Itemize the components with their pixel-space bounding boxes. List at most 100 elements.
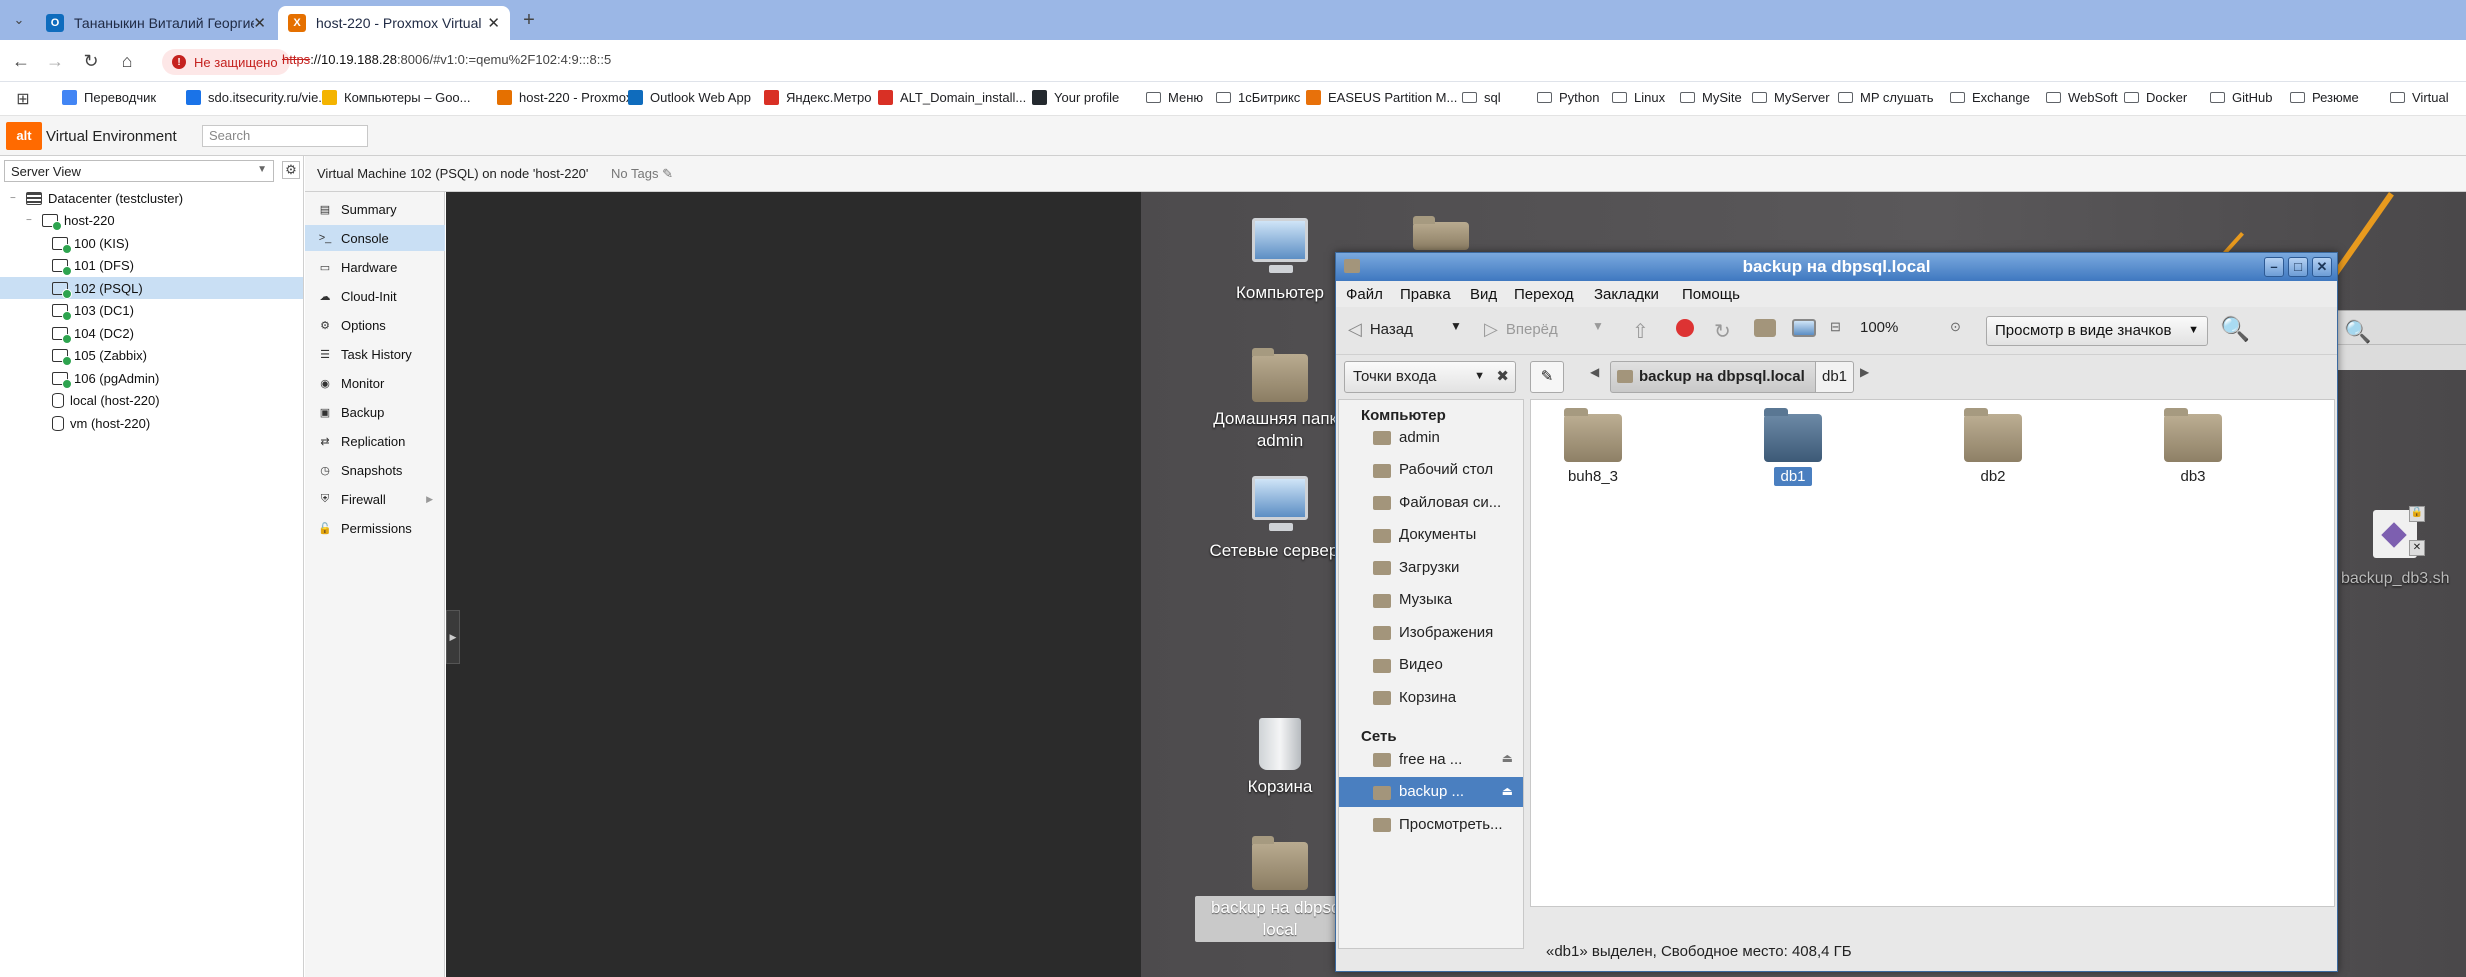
close-icon[interactable]: ✕ (253, 14, 266, 32)
bookmark-16[interactable]: MP слушать (1838, 90, 1934, 105)
new-tab-button[interactable]: + (516, 7, 542, 33)
file-item-db3[interactable]: db3 (2138, 408, 2248, 485)
tab-outlook[interactable]: O Тананыкин Виталий Георгиевич ✕ (36, 6, 276, 40)
sidebar-item-0[interactable]: admin (1339, 422, 1523, 452)
tab-proxmox[interactable]: X host-220 - Proxmox Virtual Environment… (278, 6, 510, 40)
menu-item-hardware[interactable]: ▭ Hardware (305, 254, 445, 280)
places-select[interactable]: Точки входа ▼ ✖ (1344, 361, 1516, 393)
search-icon[interactable]: 🔍 (2220, 315, 2250, 344)
file-item-db1[interactable]: db1 (1738, 408, 1848, 486)
expand-icon[interactable]: − (26, 215, 36, 226)
tree-item-7[interactable]: 105 (Zabbix) (0, 345, 303, 367)
script-file-icon[interactable]: 🔒 ✕ (2373, 506, 2425, 558)
bookmark-3[interactable]: host-220 - Proxmox... (497, 90, 643, 105)
menu-item-snapshots[interactable]: ◷ Snapshots (305, 457, 445, 483)
security-indicator[interactable]: ! Не защищено (162, 49, 290, 75)
menu-1[interactable]: Правка (1400, 286, 1451, 303)
sidebar-item-1[interactable]: Рабочий стол (1339, 455, 1523, 485)
sidebar-item-2[interactable]: Файловая си... (1339, 487, 1523, 517)
menu-5[interactable]: Помощь (1682, 286, 1740, 303)
maximize-button[interactable]: □ (2288, 257, 2308, 277)
stop-button[interactable] (1676, 319, 1694, 337)
reload-icon[interactable]: ↻ (1714, 319, 1731, 344)
bookmark-12[interactable]: Python (1537, 90, 1599, 105)
menu-item-backup[interactable]: ▣ Backup (305, 399, 445, 425)
crumb-backup[interactable]: backup на dbpsql.local (1610, 361, 1816, 393)
bookmark-1[interactable]: sdo.itsecurity.ru/vie... (186, 90, 329, 105)
back-history-dropdown[interactable]: ▼ (1450, 319, 1462, 333)
tree-item-6[interactable]: 104 (DC2) (0, 322, 303, 344)
bookmark-4[interactable]: Outlook Web App (628, 90, 751, 105)
tree-item-1[interactable]: − host-220 (0, 210, 303, 232)
sidebar-item-3[interactable]: Документы (1339, 520, 1523, 550)
bookmark-7[interactable]: Your profile (1032, 90, 1119, 105)
folder-icon[interactable] (1413, 216, 1469, 250)
eject-icon[interactable]: ⏏ (1502, 751, 1513, 765)
url-field[interactable]: https://10.19.188.28:8006/#v1:0:=qemu%2F… (282, 52, 611, 67)
menu-2[interactable]: Вид (1470, 286, 1497, 303)
bookmark-0[interactable]: Переводчик (62, 90, 156, 105)
bookmark-6[interactable]: ALT_Domain_install... (878, 90, 1026, 105)
tree-item-0[interactable]: − Datacenter (testcluster) (0, 187, 303, 209)
close-pane-icon[interactable]: ✖ (1496, 367, 1509, 385)
bookmark-13[interactable]: Linux (1612, 90, 1665, 105)
tree-item-9[interactable]: local (host-220) (0, 390, 303, 412)
computer-button[interactable] (1792, 319, 1816, 337)
sidebar-item-6[interactable]: Изображения (1339, 617, 1523, 647)
back-button[interactable]: ◁ Назад (1348, 319, 1413, 340)
bookmark-10[interactable]: EASEUS Partition M... (1306, 90, 1457, 105)
close-button[interactable]: ✕ (2312, 257, 2332, 277)
forward-button[interactable]: ▷ Вперёд (1484, 319, 1558, 340)
sidebar-network-item-0[interactable]: free на ... ⏏ (1339, 744, 1523, 774)
tree-item-3[interactable]: 101 (DFS) (0, 255, 303, 277)
minimize-button[interactable]: – (2264, 257, 2284, 277)
bookmark-20[interactable]: GitHub (2210, 90, 2272, 105)
menu-item-cloud-init[interactable]: ☁ Cloud-Init (305, 283, 445, 309)
menu-item-replication[interactable]: ⇄ Replication (305, 428, 445, 454)
tree-item-2[interactable]: 100 (KIS) (0, 232, 303, 254)
crumb-db1[interactable]: db1 (1816, 361, 1854, 393)
menu-item-options[interactable]: ⚙ Options (305, 312, 445, 338)
novnc-panel-handle[interactable]: ▶ (446, 610, 460, 664)
bookmark-19[interactable]: Docker (2124, 90, 2187, 105)
menu-item-console[interactable]: >_ Console (305, 225, 445, 251)
console-area[interactable] (446, 192, 1141, 977)
gear-icon[interactable]: ⚙ (282, 161, 300, 179)
reload-icon[interactable]: ↻ (78, 48, 104, 74)
bookmark-22[interactable]: Virtual (2390, 90, 2449, 105)
expand-icon[interactable]: − (10, 193, 20, 204)
menu-3[interactable]: Переход (1514, 286, 1574, 303)
tree-item-4[interactable]: 102 (PSQL) (0, 277, 303, 299)
sidebar-network-item-2[interactable]: Просмотреть... (1339, 809, 1523, 839)
menu-item-firewall[interactable]: ⛨ Firewall ▶ (305, 486, 445, 512)
sidebar-network-item-1[interactable]: backup ... ⏏ (1339, 776, 1523, 807)
bookmark-17[interactable]: Exchange (1950, 90, 2030, 105)
bookmark-21[interactable]: Резюме (2290, 90, 2359, 105)
tab-search-icon[interactable]: ⌄ (6, 7, 32, 33)
crumb-scroll-left-icon[interactable]: ◀ (1590, 365, 1599, 379)
apps-grid-icon[interactable]: ⊞ (10, 86, 36, 112)
tree-item-10[interactable]: vm (host-220) (0, 412, 303, 434)
view-select[interactable]: Server View ▼ (4, 160, 274, 182)
menu-item-task-history[interactable]: ☰ Task History (305, 341, 445, 367)
forward-arrow-icon[interactable]: → (42, 48, 68, 74)
zoom-out-icon[interactable]: ⊟ (1830, 319, 1841, 335)
window-titlebar[interactable]: backup на dbpsql.local – □ ✕ (1336, 253, 2337, 281)
bookmark-11[interactable]: sql (1462, 90, 1501, 105)
bookmark-9[interactable]: 1сБитрикс (1216, 90, 1300, 105)
bookmark-14[interactable]: MySite (1680, 90, 1742, 105)
tree-item-5[interactable]: 103 (DC1) (0, 300, 303, 322)
forward-history-dropdown[interactable]: ▼ (1592, 319, 1604, 333)
close-icon[interactable]: ✕ (487, 14, 500, 32)
menu-item-monitor[interactable]: ◉ Monitor (305, 370, 445, 396)
sidebar-item-7[interactable]: Видео (1339, 650, 1523, 680)
file-item-buh8_3[interactable]: buh8_3 (1538, 408, 1648, 485)
bookmark-5[interactable]: Яндекс.Метро (764, 90, 872, 105)
sidebar-item-4[interactable]: Загрузки (1339, 552, 1523, 582)
bookmark-8[interactable]: Меню (1146, 90, 1203, 105)
bookmark-15[interactable]: MyServer (1752, 90, 1830, 105)
menu-item-summary[interactable]: ▤ Summary (305, 196, 445, 222)
pencil-icon[interactable]: ✎ (662, 166, 673, 181)
tree-item-8[interactable]: 106 (pgAdmin) (0, 367, 303, 389)
back-arrow-icon[interactable]: ← (8, 48, 34, 74)
